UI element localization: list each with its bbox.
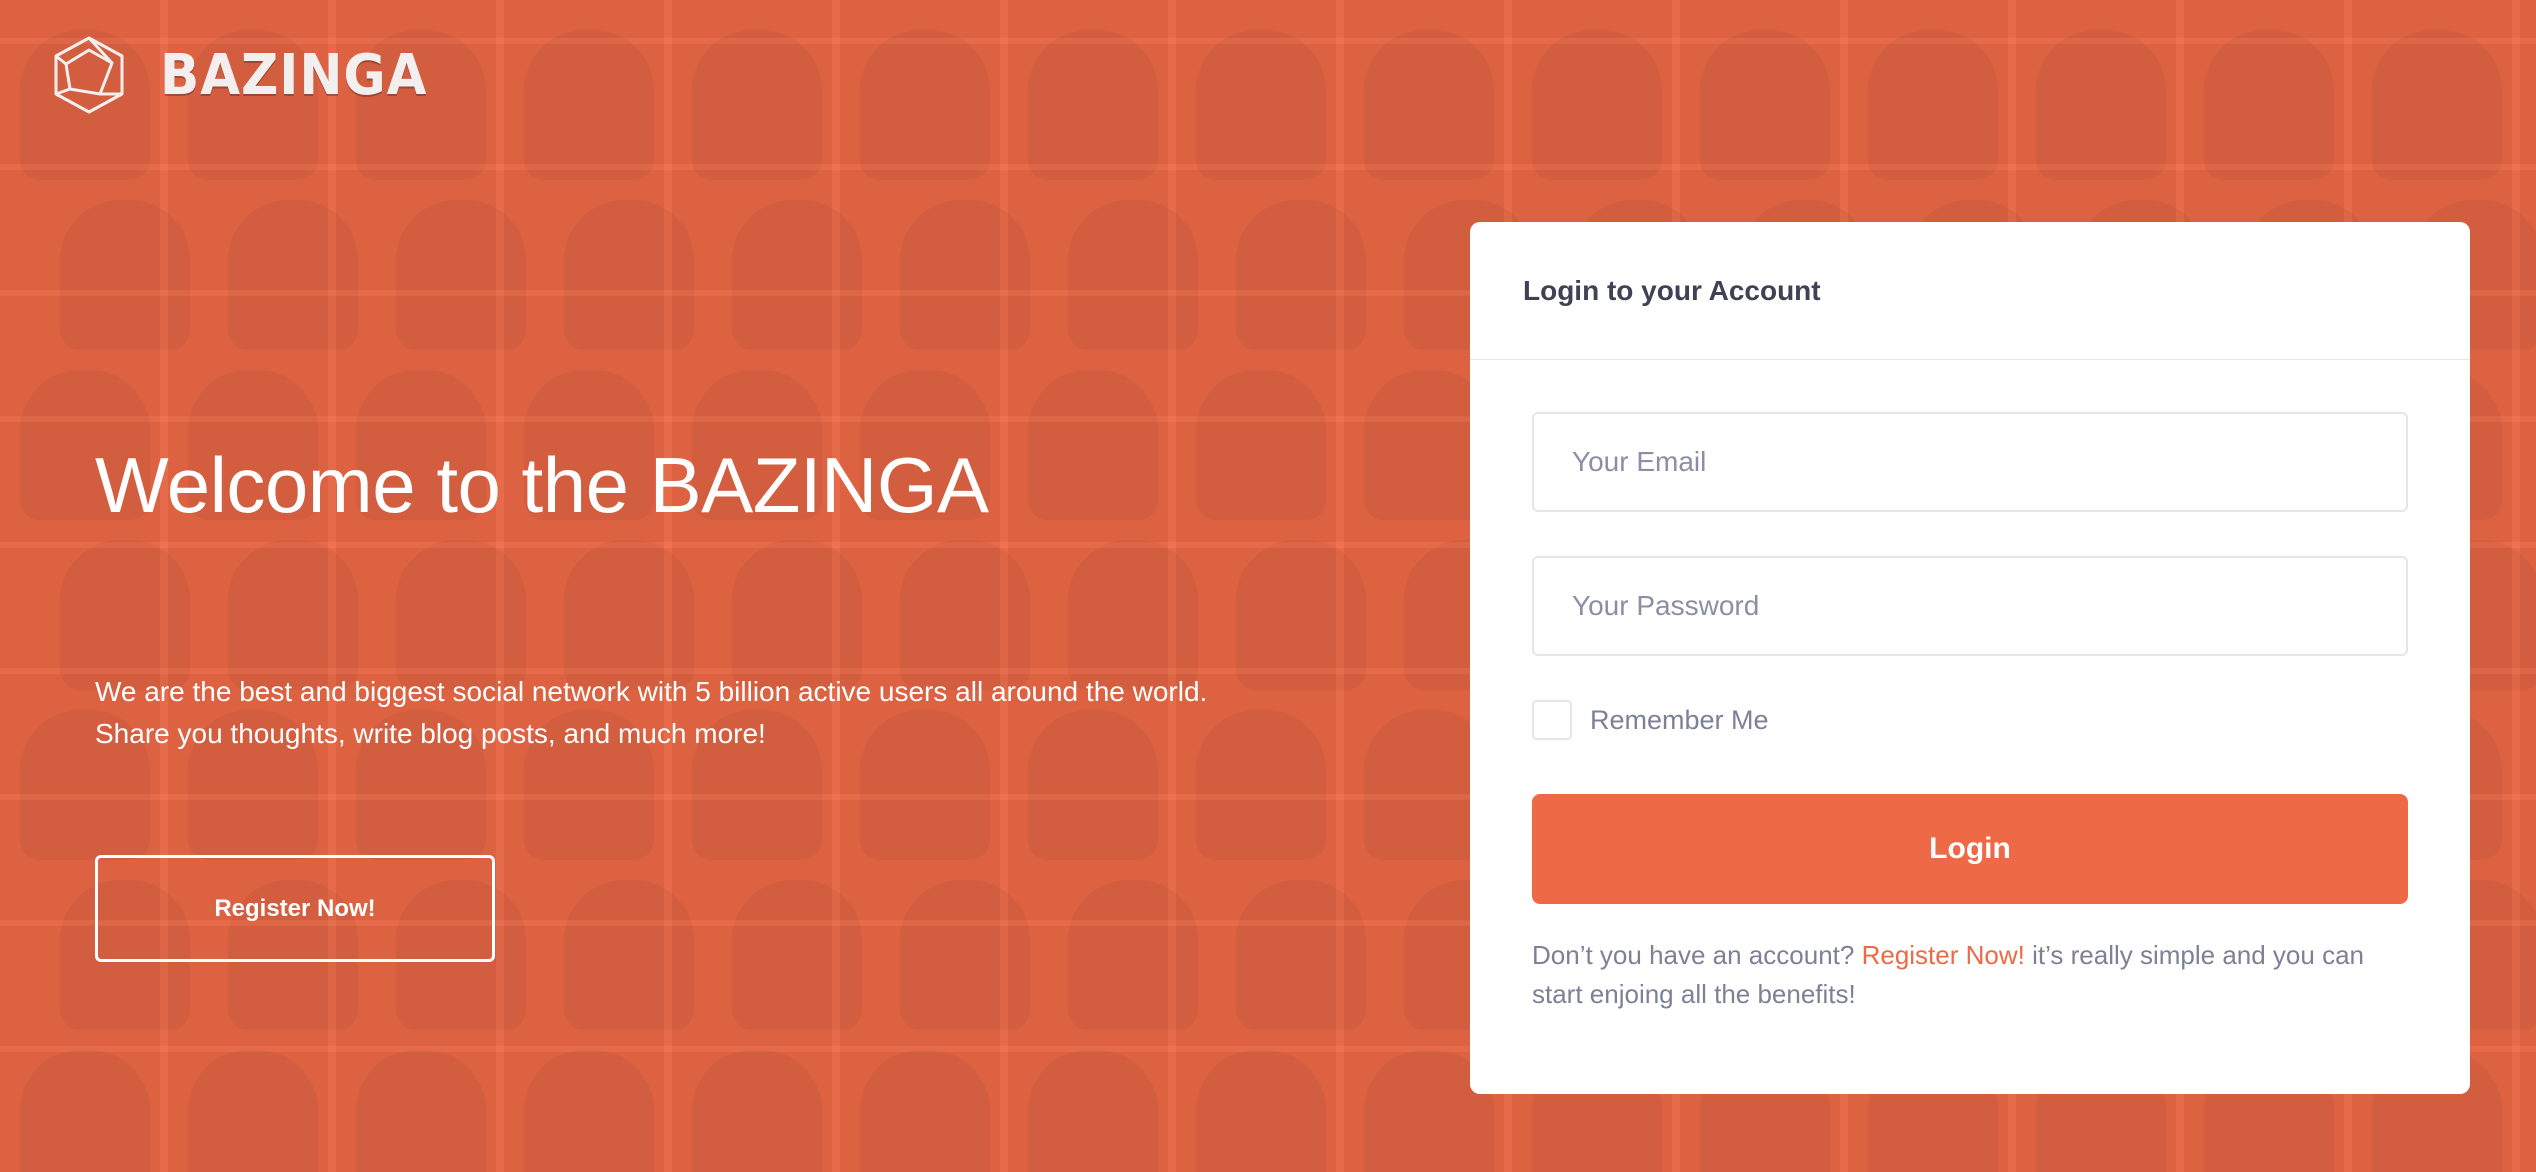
hero-description-line-1: We are the best and biggest social netwo… [95, 676, 1208, 707]
login-card: Login to your Account Remember Me Login … [1470, 222, 2470, 1094]
hero-section: Welcome to the BAZINGA We are the best a… [95, 440, 1345, 962]
background-face-tile [188, 1050, 318, 1172]
background-face-tile [524, 30, 654, 180]
password-input[interactable] [1572, 590, 2406, 622]
remember-me-label[interactable]: Remember Me [1590, 705, 1769, 736]
background-face-tile [860, 1050, 990, 1172]
background-face-tile [900, 200, 1030, 350]
background-face-tile [2036, 30, 2166, 180]
background-face-tile [1532, 30, 1662, 180]
background-face-tile [564, 200, 694, 350]
background-face-tile [692, 1050, 822, 1172]
login-button[interactable]: Login [1532, 794, 2408, 904]
background-face-tile [1700, 30, 1830, 180]
background-face-tile [1868, 30, 1998, 180]
signup-prompt: Don’t you have an account? Register Now!… [1532, 936, 2412, 1014]
background-face-tile [228, 200, 358, 350]
background-face-tile [692, 30, 822, 180]
background-face-tile [2204, 30, 2334, 180]
hero-description: We are the best and biggest social netwo… [95, 671, 1345, 755]
background-face-tile [1196, 1050, 1326, 1172]
background-face-tile [524, 1050, 654, 1172]
background-face-tile [356, 1050, 486, 1172]
background-face-tile [396, 200, 526, 350]
background-face-tile [860, 30, 990, 180]
signup-prefix: Don’t you have an account? [1532, 940, 1855, 970]
signup-register-link[interactable]: Register Now! [1862, 940, 2025, 970]
background-face-tile [2372, 30, 2502, 180]
background-face-tile [1196, 30, 1326, 180]
background-face-tile [732, 200, 862, 350]
password-field[interactable] [1532, 556, 2408, 656]
login-form: Remember Me Login Don’t you have an acco… [1470, 360, 2470, 1014]
email-field[interactable] [1532, 412, 2408, 512]
hero-description-line-2: Share you thoughts, write blog posts, an… [95, 718, 766, 749]
background-face-tile [1236, 200, 1366, 350]
bazinga-logo-icon[interactable] [48, 34, 130, 116]
background-face-tile [1068, 200, 1198, 350]
email-input[interactable] [1572, 446, 2406, 478]
remember-me-row[interactable]: Remember Me [1532, 700, 2408, 740]
background-face-tile [1364, 30, 1494, 180]
login-card-header: Login to your Account [1470, 222, 2470, 360]
background-face-tile [1028, 30, 1158, 180]
hero-title: Welcome to the BAZINGA [95, 441, 989, 529]
background-face-tile [1028, 1050, 1158, 1172]
brand-name[interactable]: BAZINGA [160, 43, 427, 108]
register-now-button[interactable]: Register Now! [95, 855, 495, 962]
login-title: Login to your Account [1523, 274, 1821, 306]
site-header: BAZINGA [48, 34, 451, 116]
remember-me-checkbox[interactable] [1532, 700, 1572, 740]
background-face-tile [20, 1050, 150, 1172]
background-face-tile [60, 200, 190, 350]
